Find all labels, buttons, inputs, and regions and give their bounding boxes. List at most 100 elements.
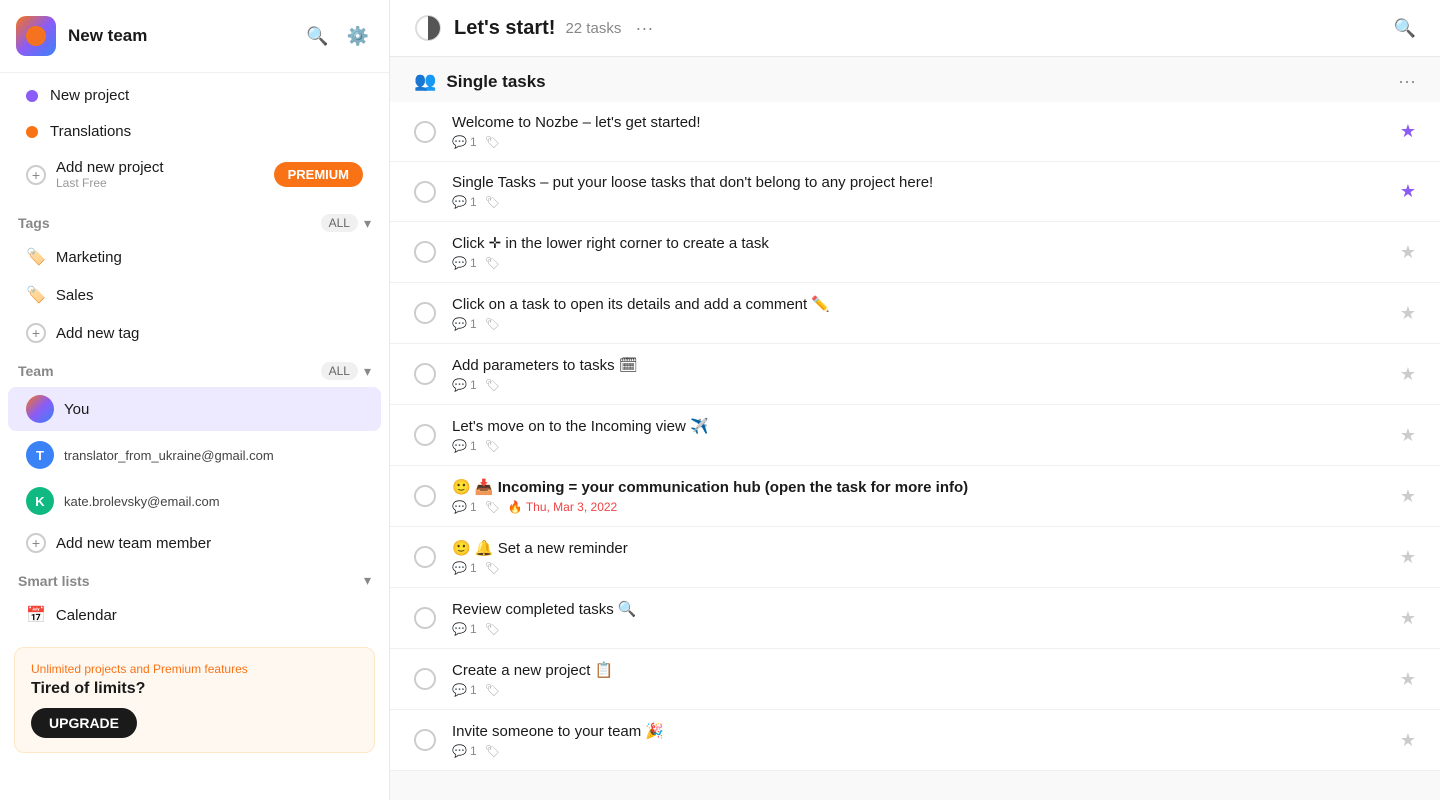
add-project-item[interactable]: + Add new project Last Free PREMIUM [8,150,381,199]
fire-icon: 🔥 [508,500,523,514]
task-star[interactable]: ★ [1400,608,1416,629]
search-button[interactable]: 🔍 [302,22,332,51]
add-new-tag[interactable]: + Add new tag [8,315,381,351]
task-row[interactable]: 🙂 🔔 Set a new reminder 💬 1 🏷 ★ [390,527,1440,588]
task-star[interactable]: ★ [1400,364,1416,385]
task-star[interactable]: ★ [1400,425,1416,446]
task-title: Click ✛ in the lower right corner to cre… [452,234,1388,252]
section-more-button[interactable]: ··· [1398,71,1416,92]
smart-lists-title: Smart lists [18,573,364,589]
task-comments: 💬 1 [452,683,477,697]
task-row[interactable]: Let's move on to the Incoming view ✈️ 💬 … [390,405,1440,466]
task-row[interactable]: Single Tasks – put your loose tasks that… [390,162,1440,222]
member-kate[interactable]: K kate.brolevsky@email.com [8,479,381,523]
task-checkbox[interactable] [414,424,436,446]
task-content: Create a new project 📋 💬 1 🏷 [452,661,1388,697]
task-checkbox[interactable] [414,302,436,324]
task-row[interactable]: Invite someone to your team 🎉 💬 1 🏷 ★ [390,710,1440,771]
comment-icon: 💬 [452,378,467,392]
urgent-date: 🔥Thu, Mar 3, 2022 [508,500,617,514]
task-comments: 💬 1 [452,256,477,270]
comment-icon: 💬 [452,439,467,453]
task-star[interactable]: ★ [1400,669,1416,690]
member-translator[interactable]: T translator_from_ukraine@gmail.com [8,433,381,477]
task-title: Review completed tasks 🔍 [452,600,1388,618]
task-star[interactable]: ★ [1400,121,1416,142]
half-circle-icon [414,14,442,42]
tag-icon: 🏷 [485,256,500,270]
main-more-button[interactable]: ··· [629,16,659,41]
smart-lists-chevron[interactable]: ▾ [364,572,371,589]
upgrade-title: Tired of limits? [31,680,358,698]
task-content: Review completed tasks 🔍 💬 1 🏷 [452,600,1388,636]
task-row[interactable]: Welcome to Nozbe – let's get started! 💬 … [390,102,1440,162]
task-star[interactable]: ★ [1400,303,1416,324]
task-row[interactable]: Create a new project 📋 💬 1 🏷 ★ [390,649,1440,710]
comment-icon: 💬 [452,256,467,270]
task-checkbox[interactable] [414,241,436,263]
settings-button[interactable]: ⚙️ [343,22,373,51]
tags-section-header: Tags ALL ▾ [0,204,389,238]
task-title: Welcome to Nozbe – let's get started! [452,114,1388,131]
task-checkbox[interactable] [414,121,436,143]
task-meta: 💬 1 🏷 [452,195,1388,209]
add-project-text: Add new project Last Free [56,159,164,190]
task-checkbox[interactable] [414,546,436,568]
task-title: Add parameters to tasks 🗓 [452,356,1388,374]
main-search-button[interactable]: 🔍 [1394,18,1416,39]
task-row[interactable]: 🙂 📥 Incoming = your communication hub (o… [390,466,1440,527]
task-star[interactable]: ★ [1400,547,1416,568]
team-section-header: Team ALL ▾ [0,352,389,386]
member-you[interactable]: You [8,387,381,431]
task-star[interactable]: ★ [1400,242,1416,263]
tag-icon: 🏷 [485,744,500,758]
team-chevron[interactable]: ▾ [364,363,371,380]
smart-lists-header: Smart lists ▾ [0,562,389,595]
task-row[interactable]: Add parameters to tasks 🗓 💬 1 🏷 ★ [390,344,1440,405]
task-checkbox[interactable] [414,607,436,629]
task-checkbox[interactable] [414,668,436,690]
comment-count: 1 [470,195,477,209]
task-content: 🙂 🔔 Set a new reminder 💬 1 🏷 [452,539,1388,575]
task-checkbox[interactable] [414,181,436,203]
premium-button[interactable]: PREMIUM [274,162,363,187]
comment-icon: 💬 [452,622,467,636]
task-content: Welcome to Nozbe – let's get started! 💬 … [452,114,1388,149]
add-team-member[interactable]: + Add new team member [8,525,381,561]
task-row[interactable]: Click ✛ in the lower right corner to cre… [390,222,1440,283]
sidebar-item-new-project[interactable]: New project [8,78,381,113]
task-content: Single Tasks – put your loose tasks that… [452,174,1388,209]
task-content: Click ✛ in the lower right corner to cre… [452,234,1388,270]
sales-tag-icon: 🏷️ [26,285,46,305]
task-list: 👥 Single tasks ··· Welcome to Nozbe – le… [390,57,1440,800]
tags-chevron[interactable]: ▾ [364,215,371,232]
comment-icon: 💬 [452,135,467,149]
sidebar-icons: 🔍 ⚙️ [302,22,373,51]
task-checkbox[interactable] [414,485,436,507]
task-star[interactable]: ★ [1400,730,1416,751]
task-checkbox[interactable] [414,363,436,385]
team-all-badge[interactable]: ALL [321,362,358,380]
comment-count: 1 [470,378,477,392]
tags-all-badge[interactable]: ALL [321,214,358,232]
sidebar-item-translations[interactable]: Translations [8,114,381,149]
comment-icon: 💬 [452,561,467,575]
comment-count: 1 [470,317,477,331]
task-checkbox[interactable] [414,729,436,751]
task-row[interactable]: Click on a task to open its details and … [390,283,1440,344]
tag-icon: 🏷 [485,195,500,209]
task-row[interactable]: Review completed tasks 🔍 💬 1 🏷 ★ [390,588,1440,649]
task-content: Invite someone to your team 🎉 💬 1 🏷 [452,722,1388,758]
upgrade-button[interactable]: UPGRADE [31,708,137,738]
task-title: Click on a task to open its details and … [452,295,1388,313]
task-title: Single Tasks – put your loose tasks that… [452,174,1388,191]
tag-sales[interactable]: 🏷️ Sales [8,277,381,313]
task-star[interactable]: ★ [1400,181,1416,202]
tag-marketing[interactable]: 🏷️ Marketing [8,239,381,275]
task-star[interactable]: ★ [1400,486,1416,507]
member-label-kate: kate.brolevsky@email.com [64,494,220,509]
smart-list-calendar[interactable]: 📅 Calendar [8,596,381,634]
task-title: Let's move on to the Incoming view ✈️ [452,417,1388,435]
task-meta: 💬 1 🏷 [452,622,1388,636]
avatar-you [26,395,54,423]
